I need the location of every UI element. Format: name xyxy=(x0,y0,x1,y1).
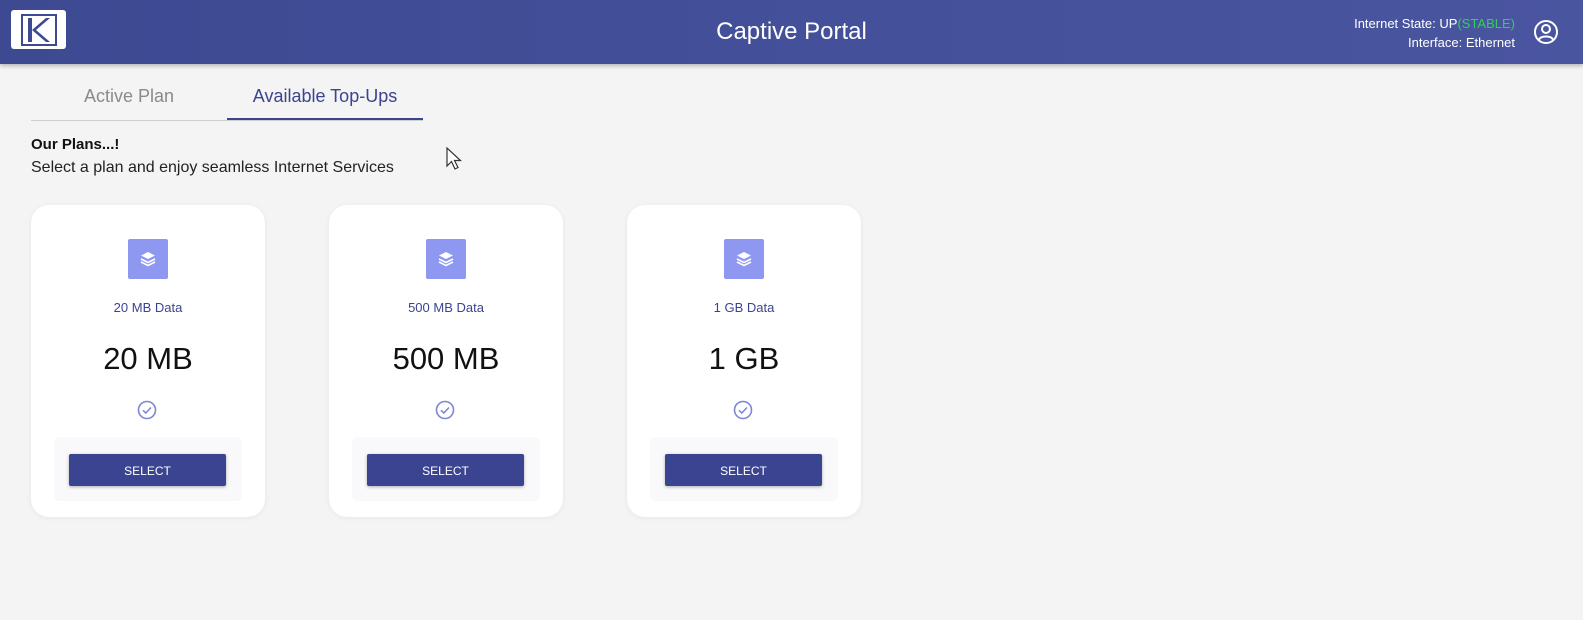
select-area: SELECT xyxy=(352,437,540,501)
database-icon xyxy=(128,239,168,279)
database-icon xyxy=(724,239,764,279)
plan-card: 20 MB Data 20 MB SELECT xyxy=(31,205,265,517)
plan-size: 20 MB xyxy=(103,341,193,376)
tab-bar: Active Plan Available Top-Ups xyxy=(31,76,423,121)
check-circle-icon xyxy=(733,400,753,420)
internet-state-value: UP xyxy=(1439,16,1458,31)
plans-subtitle: Select a plan and enjoy seamless Interne… xyxy=(31,159,394,176)
check-circle-icon xyxy=(435,400,455,420)
internet-state-label: Internet State: xyxy=(1354,16,1436,31)
select-area: SELECT xyxy=(54,437,242,501)
interface-info: Interface: Ethernet xyxy=(1354,33,1515,52)
mouse-cursor-icon xyxy=(446,147,463,170)
internet-state-quality: (STABLE) xyxy=(1457,16,1515,31)
plan-card: 1 GB Data 1 GB SELECT xyxy=(627,205,861,517)
plan-size: 1 GB xyxy=(708,341,780,376)
interface-label: Interface: xyxy=(1408,35,1463,50)
plan-card: 500 MB Data 500 MB SELECT xyxy=(329,205,563,517)
tab-available-top-ups[interactable]: Available Top-Ups xyxy=(227,76,423,120)
select-plan-button[interactable]: SELECT xyxy=(665,454,822,486)
plan-size: 500 MB xyxy=(392,341,500,376)
interface-value: Ethernet xyxy=(1465,35,1515,50)
internet-state: Internet State: UP(STABLE) xyxy=(1354,14,1515,33)
plans-heading: Our Plans...! xyxy=(31,136,120,153)
select-plan-button[interactable]: SELECT xyxy=(69,454,226,486)
plan-name: 1 GB Data xyxy=(713,300,775,315)
database-icon xyxy=(426,239,466,279)
user-circle-icon[interactable] xyxy=(1533,19,1559,45)
select-plan-button[interactable]: SELECT xyxy=(367,454,524,486)
select-area: SELECT xyxy=(650,437,838,501)
plan-name: 20 MB Data xyxy=(113,300,183,315)
app-title: Captive Portal xyxy=(716,18,867,45)
tab-active-plan[interactable]: Active Plan xyxy=(31,76,227,119)
check-circle-icon xyxy=(137,400,157,420)
app-header: Captive Portal Internet State: UP(STABLE… xyxy=(0,0,1583,64)
plan-name: 500 MB Data xyxy=(408,300,484,315)
connection-status: Internet State: UP(STABLE) Interface: Et… xyxy=(1354,14,1515,52)
k-logo-icon[interactable] xyxy=(11,10,66,49)
